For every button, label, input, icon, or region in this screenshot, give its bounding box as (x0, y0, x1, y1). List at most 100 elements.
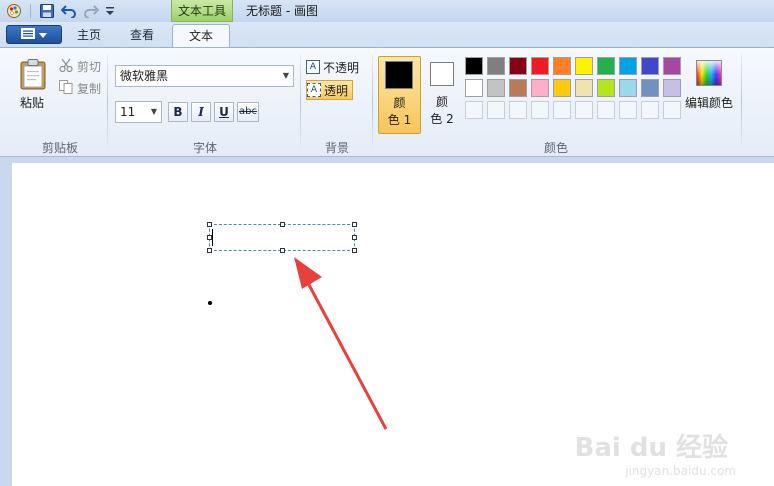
group-separator (300, 54, 301, 150)
annotation-arrow-icon (294, 257, 388, 430)
strikethrough-button[interactable]: abc (237, 102, 259, 122)
paint-menu-button[interactable] (6, 25, 62, 44)
canvas-dot (208, 301, 212, 305)
copy-button[interactable]: 复制 (77, 80, 101, 97)
resize-handle-top-left[interactable] (207, 222, 212, 227)
palette-swatch[interactable] (487, 57, 505, 75)
palette-swatch[interactable] (553, 79, 571, 97)
palette-swatch[interactable] (465, 57, 483, 75)
color1-label-line2: 色 1 (387, 113, 412, 127)
qat-separator (30, 4, 31, 18)
group-separator (372, 54, 373, 150)
palette-swatch[interactable] (575, 57, 593, 75)
baidu-watermark: Bai du 经验 (574, 433, 729, 463)
palette-swatch[interactable] (641, 79, 659, 97)
tab-view[interactable]: 查看 (130, 27, 154, 43)
font-size-value: 11 (120, 105, 136, 119)
colors-group-label: 颜色 (543, 141, 568, 155)
color1-button[interactable]: 颜 色 1 (378, 56, 421, 134)
palette-swatch[interactable] (641, 57, 659, 75)
palette-custom-slot[interactable] (531, 101, 549, 119)
paint-app-icon[interactable] (6, 3, 22, 19)
palette-custom-slot[interactable] (641, 101, 659, 119)
transparent-label: 透明 (324, 83, 349, 98)
menu-icon (21, 27, 35, 42)
edit-colors-button[interactable]: 编辑颜色 (685, 94, 733, 111)
palette-swatch[interactable] (575, 79, 593, 97)
tab-text[interactable]: 文本 (172, 24, 230, 49)
palette-swatch[interactable] (597, 79, 615, 97)
scissors-icon[interactable] (59, 58, 73, 75)
redo-icon[interactable] (83, 3, 99, 19)
palette-custom-slot[interactable] (619, 101, 637, 119)
group-separator (107, 54, 108, 150)
ribbon-tab-row: 主页 查看 文本 (0, 22, 774, 49)
palette-custom-slot[interactable] (487, 101, 505, 119)
italic-button[interactable]: I (191, 102, 211, 122)
resize-handle-bottom-left[interactable] (207, 248, 212, 253)
resize-handle-top-right[interactable] (352, 222, 357, 227)
customize-qat-icon[interactable] (104, 3, 116, 19)
color2-label-line2: 色 2 (430, 112, 454, 126)
font-group-label: 字体 (192, 141, 217, 155)
group-separator (741, 54, 742, 150)
window-title: 无标题 - 画图 (246, 4, 318, 18)
palette-swatch[interactable] (465, 79, 483, 97)
resize-handle-bottom[interactable] (280, 248, 285, 253)
palette-swatch[interactable] (531, 57, 549, 75)
undo-icon[interactable] (61, 3, 77, 19)
paste-icon[interactable] (19, 58, 47, 90)
palette-custom-slot[interactable] (553, 101, 571, 119)
palette-swatch[interactable] (619, 57, 637, 75)
opaque-option[interactable]: A 不透明 (306, 57, 359, 77)
edit-colors-icon[interactable] (696, 60, 722, 86)
drawing-canvas[interactable]: Bai du 经验 jingyan.baidu.com (12, 163, 774, 486)
palette-swatch[interactable] (531, 79, 549, 97)
palette-swatch[interactable] (487, 79, 505, 97)
color2-button[interactable]: 颜 色 2 (426, 56, 460, 134)
chevron-down-icon (39, 28, 47, 42)
underline-button[interactable]: U (214, 102, 234, 122)
resize-handle-left[interactable] (207, 235, 212, 240)
color1-swatch (385, 61, 413, 89)
palette-swatch[interactable] (553, 57, 571, 75)
opaque-icon: A (306, 60, 320, 74)
chevron-down-icon: ▼ (282, 71, 289, 80)
palette-custom-slot[interactable] (597, 101, 615, 119)
color2-label-line1: 颜 (435, 95, 448, 109)
title-bar: 文本工具 无标题 - 画图 (0, 0, 774, 22)
text-caret (212, 229, 213, 246)
baidu-watermark-url: jingyan.baidu.com (625, 464, 736, 478)
palette-swatch[interactable] (619, 79, 637, 97)
palette-swatch[interactable] (663, 57, 681, 75)
background-group-label: 背景 (324, 141, 349, 155)
workspace: Bai du 经验 jingyan.baidu.com (0, 157, 774, 486)
save-icon[interactable] (39, 3, 55, 19)
chevron-down-icon: ▼ (150, 107, 157, 116)
palette-swatch[interactable] (663, 79, 681, 97)
font-size-select[interactable]: 11 ▼ (115, 101, 162, 123)
palette-custom-slot[interactable] (465, 101, 483, 119)
bold-button[interactable]: B (168, 102, 188, 122)
palette-custom-slot[interactable] (509, 101, 527, 119)
clipboard-group-label: 剪贴板 (41, 141, 78, 155)
paste-button[interactable]: 粘贴 (20, 94, 44, 111)
palette-custom-slot[interactable] (575, 101, 593, 119)
copy-icon[interactable] (59, 80, 73, 97)
font-family-select[interactable]: 微软雅黑 ▼ (115, 65, 294, 87)
palette-swatch[interactable] (509, 79, 527, 97)
tab-home[interactable]: 主页 (77, 27, 101, 43)
palette-swatch[interactable] (509, 57, 527, 75)
cut-button[interactable]: 剪切 (77, 58, 101, 75)
opaque-label: 不透明 (323, 60, 360, 75)
palette-swatch[interactable] (597, 57, 615, 75)
transparent-icon: A (307, 83, 321, 97)
resize-handle-bottom-right[interactable] (352, 248, 357, 253)
text-input-box[interactable] (207, 222, 357, 253)
resize-handle-right[interactable] (352, 235, 357, 240)
color2-swatch (430, 62, 454, 86)
ribbon: 粘贴 剪切 复制 剪贴板 微软雅黑 ▼ 11 ▼ B I U abc 字体 A … (0, 47, 774, 157)
resize-handle-top[interactable] (280, 222, 285, 227)
palette-custom-slot[interactable] (663, 101, 681, 119)
transparent-option[interactable]: A 透明 (306, 80, 354, 100)
